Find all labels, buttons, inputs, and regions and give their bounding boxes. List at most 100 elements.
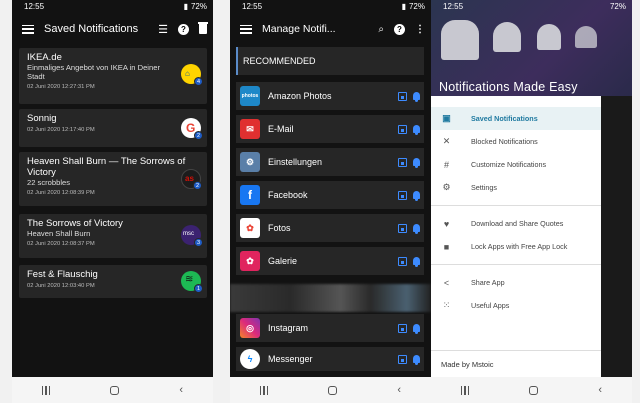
- status-time: 12:55: [24, 1, 45, 11]
- app-name: Einstellungen: [268, 157, 323, 167]
- notification-card[interactable]: IKEA.de Einmaliges Angebot von IKEA in D…: [19, 48, 207, 104]
- bell-icon[interactable]: [413, 224, 420, 234]
- notification-card[interactable]: The Sorrows of Victory Heaven Shall Burn…: [19, 214, 207, 258]
- save-toggle-icon[interactable]: [398, 124, 407, 134]
- spotify-app-icon: ≋ 1: [181, 271, 203, 293]
- system-nav-bar: ‹: [431, 377, 632, 403]
- status-time: 12:55: [242, 1, 263, 11]
- app-bar: Saved Notifications ☰ ?: [12, 12, 213, 46]
- card-body: Heaven Shall Burn: [27, 229, 91, 238]
- drawer-item-label: Download and Share Quotes: [471, 219, 564, 228]
- status-bar: 12:55 72%: [431, 0, 632, 12]
- battery-level: 72%: [190, 1, 207, 11]
- save-toggle-icon[interactable]: [398, 91, 407, 101]
- recents-icon[interactable]: [41, 385, 51, 395]
- app-name: Instagram: [268, 323, 309, 333]
- app-name: Galerie: [268, 256, 298, 266]
- count-badge: 3: [194, 238, 203, 247]
- search-icon[interactable]: ⌕: [378, 24, 384, 35]
- count-badge: 2: [193, 181, 202, 190]
- gear-icon: ⚙: [442, 182, 451, 192]
- save-toggle-icon[interactable]: [398, 354, 407, 364]
- bell-icon[interactable]: [413, 355, 420, 365]
- drawer-item-app-lock[interactable]: ■ Lock Apps with Free App Lock: [431, 235, 601, 258]
- back-icon[interactable]: ‹: [598, 384, 602, 396]
- notification-card[interactable]: Heaven Shall Burn — The Sorrows of Victo…: [19, 152, 207, 206]
- app-row[interactable]: f Facebook: [236, 181, 424, 209]
- delete-icon[interactable]: [198, 22, 208, 34]
- save-toggle-icon[interactable]: [398, 223, 407, 233]
- app-name: Fotos: [268, 223, 291, 233]
- drawer-item-customize-notifications[interactable]: # Customize Notifications: [431, 153, 601, 176]
- drawer-item-label: Customize Notifications: [471, 160, 547, 169]
- save-toggle-icon[interactable]: [398, 190, 407, 200]
- music-app-icon: msc 3: [181, 225, 203, 247]
- status-bar: 12:55 ▮ 72%: [230, 0, 431, 12]
- bell-icon[interactable]: [413, 125, 420, 135]
- app-name: E-Mail: [268, 124, 294, 134]
- app-row[interactable]: ✿ Fotos: [236, 214, 424, 242]
- bell-icon[interactable]: [413, 92, 420, 102]
- app-name: Facebook: [268, 190, 308, 200]
- card-title: Sonnig: [27, 113, 57, 124]
- drawer-item-saved-notifications[interactable]: ▣ Saved Notifications: [431, 107, 601, 130]
- signal-icon: ▮: [183, 1, 188, 11]
- save-toggle-icon[interactable]: [398, 323, 407, 333]
- card-time: 02 Juni 2020 12:27:31 PM: [27, 84, 95, 90]
- app-row[interactable]: ◎ Instagram: [236, 314, 424, 342]
- save-toggle-icon[interactable]: [398, 256, 407, 266]
- drawer-item-blocked-notifications[interactable]: ✕ Blocked Notifications: [431, 130, 601, 153]
- bell-icon[interactable]: [413, 191, 420, 201]
- bell-icon[interactable]: [413, 324, 420, 334]
- drawer-title: Notifications Made Easy: [439, 80, 578, 94]
- back-icon[interactable]: ‹: [397, 384, 401, 396]
- card-title: IKEA.de: [27, 52, 62, 63]
- back-icon[interactable]: ‹: [179, 384, 183, 396]
- recents-icon[interactable]: [460, 385, 470, 395]
- app-row[interactable]: ✉ E-Mail: [236, 115, 424, 143]
- app-row[interactable]: ⚙ Einstellungen: [236, 148, 424, 176]
- messenger-app-icon: ϟ: [240, 349, 260, 369]
- card-body: Einmaliges Angebot von IKEA in Deiner St…: [27, 63, 160, 81]
- system-nav-bar: ‹: [230, 377, 431, 403]
- drawer-item-download-quotes[interactable]: ♥ Download and Share Quotes: [431, 212, 601, 235]
- apps-grid-icon: ⁙: [442, 300, 451, 310]
- home-icon[interactable]: [328, 385, 338, 395]
- drawer-item-share-app[interactable]: < Share App: [431, 271, 601, 294]
- recents-icon[interactable]: [259, 385, 269, 395]
- menu-icon[interactable]: [22, 24, 34, 34]
- drawer-item-useful-apps[interactable]: ⁙ Useful Apps: [431, 294, 601, 317]
- home-icon[interactable]: [529, 385, 539, 395]
- help-icon[interactable]: ?: [394, 23, 405, 35]
- app-row[interactable]: ϟ Messenger: [236, 347, 424, 371]
- blurred-row: [230, 284, 431, 312]
- bell-icon[interactable]: [413, 158, 420, 168]
- drawer-item-settings[interactable]: ⚙ Settings: [431, 176, 601, 199]
- save-toggle-icon[interactable]: [398, 157, 407, 167]
- notification-card[interactable]: Sonnig 02 Juni 2020 12:17:40 PM G 2: [19, 109, 207, 147]
- menu-icon[interactable]: [240, 24, 252, 34]
- drawer-item-label: Useful Apps: [471, 301, 510, 310]
- app-name: Messenger: [268, 354, 313, 364]
- drawer-header: 12:55 72% Notifications Made Easy: [431, 0, 632, 96]
- app-row[interactable]: ✿ Galerie: [236, 247, 424, 275]
- system-nav-bar: ‹: [12, 377, 213, 403]
- notification-card[interactable]: Fest & Flauschig 02 Juni 2020 12:03:40 P…: [19, 265, 207, 298]
- app-bar: Manage Notifi... ⌕ ? ⋮: [230, 12, 431, 46]
- google-photos-icon: ✿: [240, 218, 260, 238]
- tune-icon[interactable]: ☰: [158, 23, 168, 36]
- facebook-app-icon: f: [240, 185, 260, 205]
- lock-icon: ■: [443, 241, 450, 252]
- help-icon[interactable]: ?: [178, 23, 189, 35]
- bell-icon[interactable]: [413, 257, 420, 267]
- battery-level: 72%: [609, 1, 626, 11]
- page-title: Manage Notifi...: [262, 22, 336, 35]
- drawer-item-label: Share App: [471, 278, 505, 287]
- card-title: Heaven Shall Burn — The Sorrows of Victo…: [27, 156, 186, 178]
- app-row[interactable]: photos Amazon Photos: [236, 82, 424, 110]
- divider: [431, 350, 601, 351]
- more-options-icon[interactable]: ⋮: [415, 24, 425, 35]
- card-time: 02 Juni 2020 12:08:39 PM: [27, 190, 95, 196]
- card-title: Fest & Flauschig: [27, 269, 98, 280]
- home-icon[interactable]: [110, 385, 120, 395]
